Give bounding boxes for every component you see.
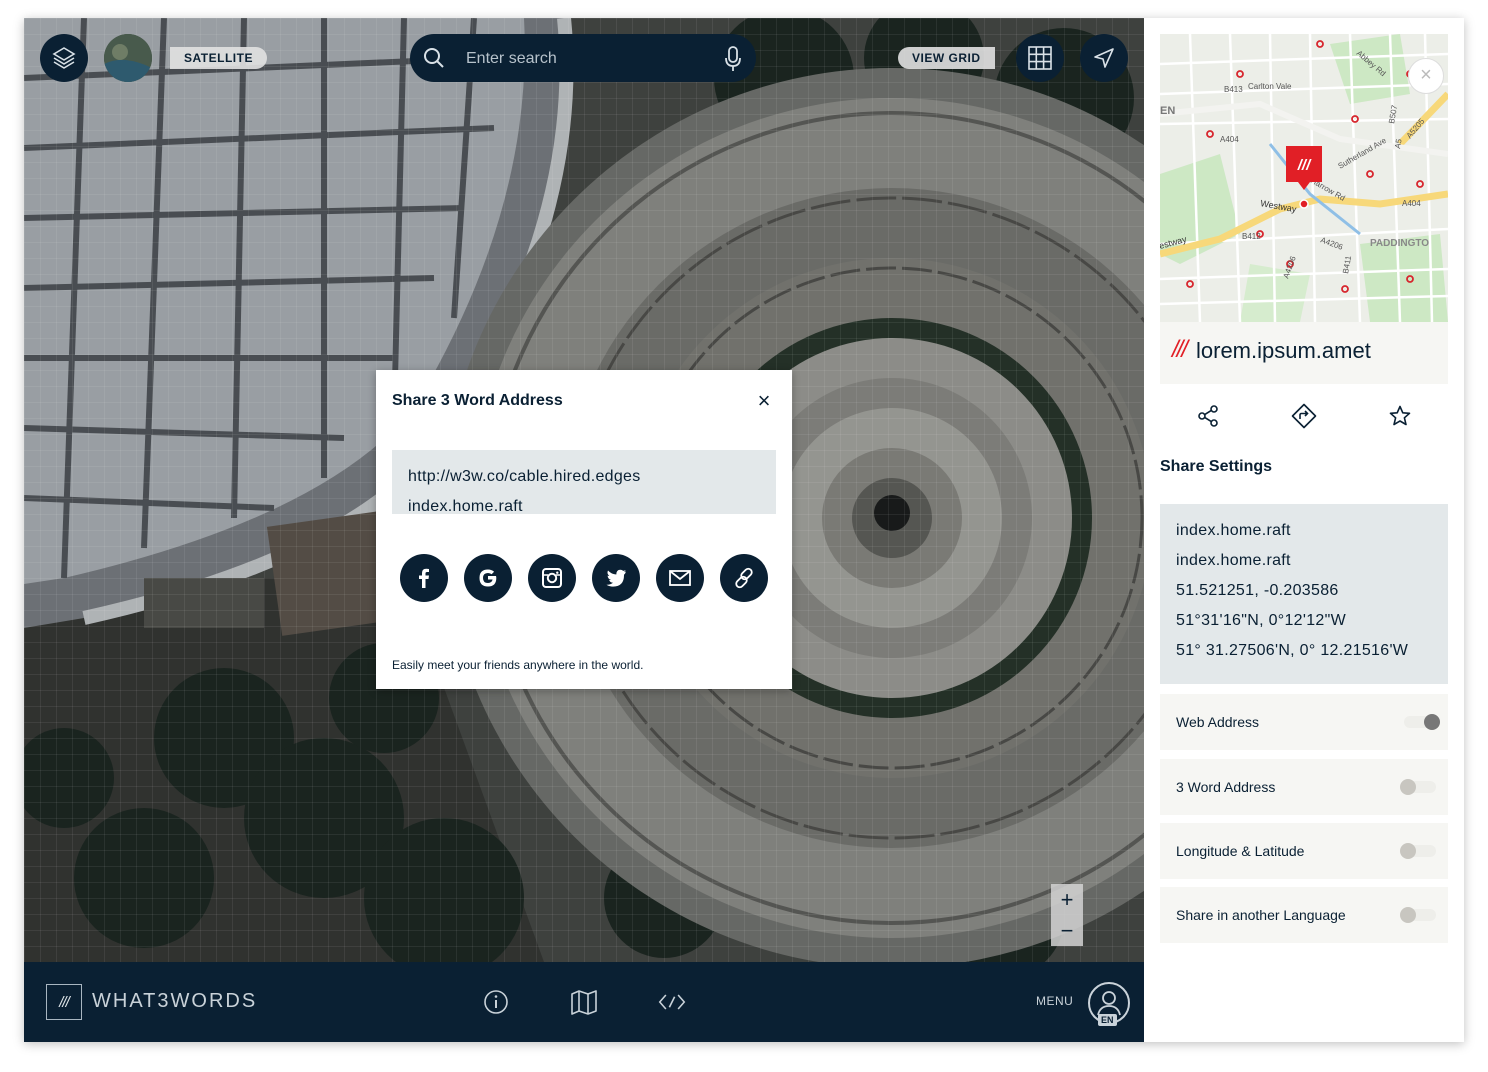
zoom-out-button[interactable]: − [1051,915,1083,946]
share-preview-box: index.home.raft index.home.raft 51.52125… [1160,504,1448,684]
email-icon [669,570,691,586]
google-icon [479,569,497,587]
map-button[interactable] [570,988,598,1016]
share-three-words: index.home.raft [408,498,523,514]
zoom-in-button[interactable]: + [1051,884,1083,915]
map-label-a404b: A404 [1402,199,1421,208]
marker-slashes: /// [1297,157,1312,174]
logo-mark[interactable]: /// [46,984,82,1020]
address-slashes: /// [1172,336,1188,363]
toggle-knob [1400,907,1416,923]
language-badge[interactable]: EN [1098,1014,1117,1026]
directions-icon [1291,403,1317,429]
google-button[interactable] [464,554,512,602]
map-label-en: EN [1160,105,1175,117]
bottom-bar: /// WHAT3WORDS MENU EN [24,962,1144,1042]
code-icon [658,994,686,1010]
mini-map-drawing: Carlton Vale EN A404 B413 Westway estway… [1160,34,1448,322]
longitude-latitude-toggle[interactable] [1400,843,1436,859]
logo-text: WHAT3WORDS [92,990,258,1012]
web-address-toggle[interactable] [1404,714,1440,730]
app-window: SATELLITE VIEW GRID [24,18,1464,1042]
preview-line: 51°31'16"N, 0°12'12"W [1176,612,1346,629]
option-label: Share in another Language [1176,907,1346,923]
preview-line: 51.521251, -0.203586 [1176,582,1339,599]
search-icon [424,48,444,68]
developer-button[interactable] [658,988,686,1016]
share-button[interactable] [1194,402,1222,430]
share-icon [1198,405,1218,427]
option-longitude-latitude: Longitude & Latitude [1160,823,1448,879]
toggle-knob [1400,779,1416,795]
email-button[interactable] [656,554,704,602]
map-label-b413: B413 [1224,85,1243,94]
instagram-icon [542,568,562,588]
zoom-control: + − [1051,884,1083,946]
layers-icon [52,47,76,69]
search-bar[interactable] [410,34,756,82]
search-input[interactable] [464,44,708,74]
link-icon [735,567,753,589]
satellite-thumbnail-icon [104,34,152,82]
address-words: lorem.ipsum.amet [1196,338,1371,363]
map-label-a404: A404 [1220,135,1239,144]
map-label-carlton-vale: Carlton Vale [1248,82,1292,91]
directions-button[interactable] [1290,402,1318,430]
mini-map[interactable]: Carlton Vale EN A404 B413 Westway estway… [1160,34,1448,322]
instagram-button[interactable] [528,554,576,602]
microphone-icon[interactable] [724,46,742,72]
three-word-address: /// lorem.ipsum.amet [1160,322,1448,384]
share-modal-footer: Easily meet your friends anywhere in the… [392,658,644,672]
twitter-icon [606,569,626,587]
close-panel-button[interactable]: × [1408,58,1444,94]
locate-button[interactable] [1080,34,1128,82]
navigation-arrow-icon [1094,48,1114,68]
share-modal-title: Share 3 Word Address [392,392,563,409]
info-button[interactable] [482,988,510,1016]
address-panel: Carlton Vale EN A404 B413 Westway estway… [1144,18,1464,1042]
view-grid-label[interactable]: VIEW GRID [898,47,995,69]
share-url: http://w3w.co/cable.hired.edges [408,468,641,485]
share-settings-title: Share Settings [1160,458,1273,475]
preview-line: index.home.raft [1176,552,1291,569]
satellite-label[interactable]: SATELLITE [170,47,267,69]
option-label: Web Address [1176,714,1260,730]
grid-icon [1028,46,1052,70]
satellite-map[interactable]: SATELLITE VIEW GRID [24,18,1144,962]
option-web-address: Web Address [1160,694,1448,750]
close-icon[interactable]: × [754,390,774,412]
option-three-word-address: 3 Word Address [1160,759,1448,815]
facebook-icon [419,568,429,588]
grid-button[interactable] [1016,34,1064,82]
copy-link-button[interactable] [720,554,768,602]
map-label-b412: B412 [1242,232,1261,241]
toggle-knob [1424,714,1440,730]
toggle-knob [1400,843,1416,859]
map-icon [571,990,597,1015]
star-icon [1389,405,1411,426]
satellite-thumbnail-button[interactable] [104,34,152,82]
option-other-language: Share in another Language [1160,887,1448,943]
info-icon [484,990,508,1014]
share-url-box[interactable]: http://w3w.co/cable.hired.edges index.ho… [392,450,776,514]
preview-line: 51° 31.27506'N, 0° 12.21516'W [1176,642,1409,659]
map-label-paddington: PADDINGTO [1370,238,1429,249]
three-word-address-toggle[interactable] [1400,779,1436,795]
layers-button[interactable] [40,34,88,82]
preview-line: index.home.raft [1176,522,1291,539]
menu-label[interactable]: MENU [1036,994,1073,1008]
save-favourite-button[interactable] [1386,402,1414,430]
other-language-toggle[interactable] [1400,907,1436,923]
facebook-button[interactable] [400,554,448,602]
option-label: 3 Word Address [1176,779,1276,795]
share-modal: Share 3 Word Address × http://w3w.co/cab… [376,370,792,689]
option-label: Longitude & Latitude [1176,843,1305,859]
twitter-button[interactable] [592,554,640,602]
